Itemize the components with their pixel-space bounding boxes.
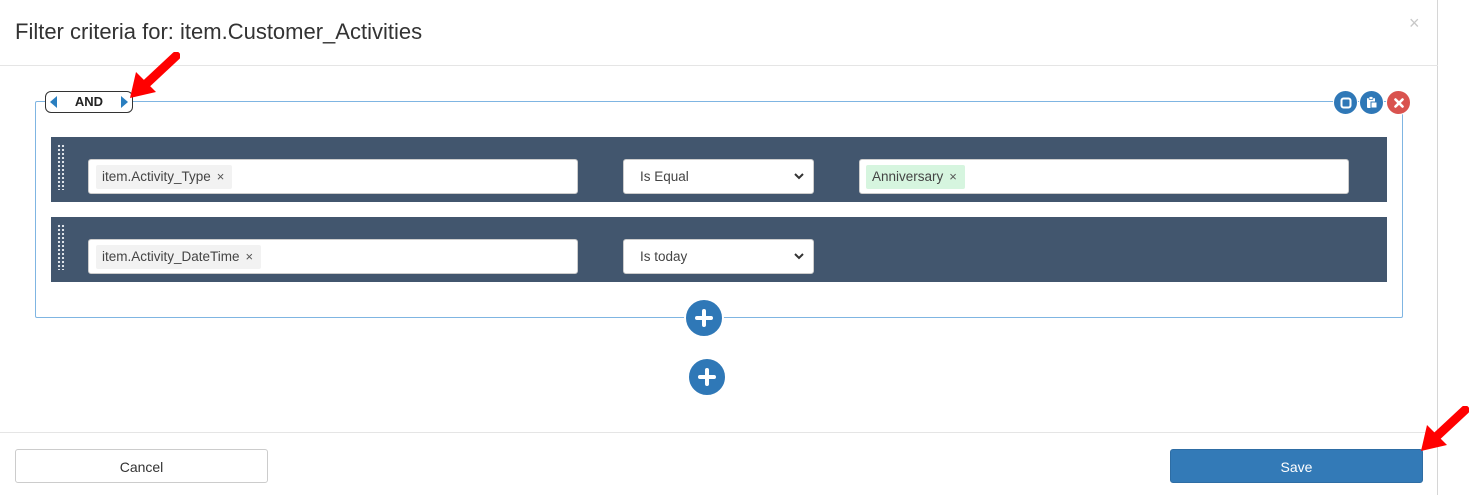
operator-select[interactable]: Is today — [623, 239, 814, 274]
field-tag-label: item.Activity_DateTime — [102, 249, 240, 264]
operator-value: Is today — [640, 249, 688, 264]
operator-value: Is Equal — [640, 169, 689, 184]
annotation-arrow-icon — [130, 52, 180, 98]
filter-dialog: Filter criteria for: item.Customer_Activ… — [0, 0, 1438, 495]
plus-icon — [698, 368, 716, 386]
value-select[interactable]: Anniversary × — [859, 159, 1349, 194]
conjunction-toggle[interactable]: AND — [45, 91, 133, 113]
remove-tag-icon[interactable]: × — [949, 169, 957, 184]
remove-tag-icon[interactable]: × — [246, 249, 254, 264]
field-tag: item.Activity_Type × — [96, 165, 233, 189]
previous-conjunction-icon[interactable] — [50, 96, 57, 108]
chevron-down-icon — [794, 173, 804, 180]
value-tag: Anniversary × — [866, 165, 965, 189]
chevron-down-icon — [794, 253, 804, 260]
remove-tag-icon[interactable]: × — [217, 169, 225, 184]
field-select[interactable]: item.Activity_DateTime × — [88, 239, 578, 274]
dialog-footer: Cancel Save — [0, 432, 1438, 495]
drag-handle-icon[interactable] — [57, 144, 65, 190]
field-tag: item.Activity_DateTime × — [96, 245, 262, 269]
rule-row: item.Activity_Type × Is Equal Anniversary… — [51, 137, 1387, 202]
annotation-arrow-icon — [1421, 406, 1469, 451]
add-rule-button[interactable] — [684, 298, 724, 338]
operator-select[interactable]: Is Equal — [623, 159, 814, 194]
field-select[interactable]: item.Activity_Type × — [88, 159, 578, 194]
add-group-button[interactable] — [687, 357, 727, 397]
cancel-button[interactable]: Cancel — [15, 449, 268, 483]
rule-group — [35, 101, 1403, 318]
paste-icon[interactable] — [1359, 90, 1384, 115]
plus-icon — [695, 309, 713, 327]
rule-row: item.Activity_DateTime × Is today — [51, 217, 1387, 282]
save-button[interactable]: Save — [1170, 449, 1423, 483]
dialog-header: Filter criteria for: item.Customer_Activ… — [0, 0, 1438, 66]
close-icon[interactable]: × — [1409, 14, 1420, 32]
drag-handle-icon[interactable] — [57, 224, 65, 270]
conjunction-label: AND — [74, 94, 104, 109]
dialog-title: Filter criteria for: item.Customer_Activ… — [15, 19, 423, 44]
field-tag-label: item.Activity_Type — [102, 169, 211, 184]
value-tag-label: Anniversary — [872, 169, 944, 184]
select-group-icon[interactable] — [1333, 90, 1358, 115]
delete-group-icon[interactable] — [1386, 90, 1411, 115]
